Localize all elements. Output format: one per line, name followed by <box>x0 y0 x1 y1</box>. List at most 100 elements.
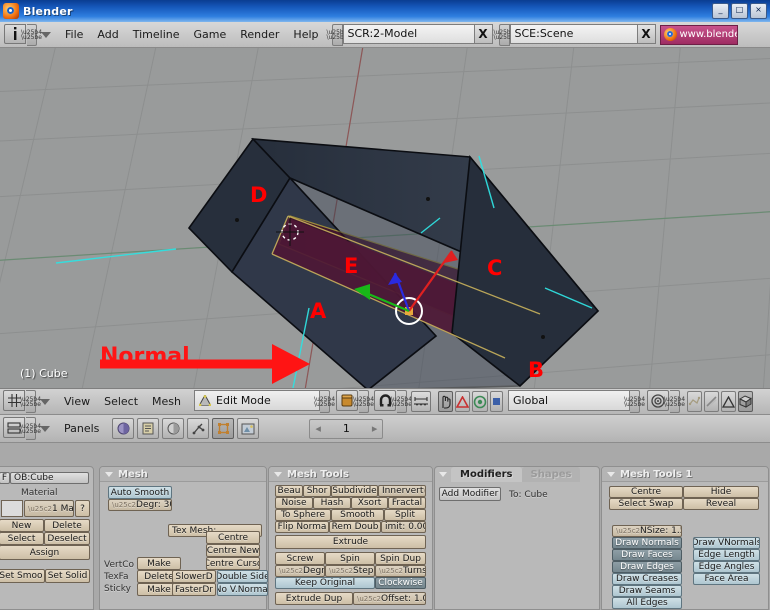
subdivide-button[interactable]: Subdivide <box>331 485 378 497</box>
editor-type-selector-buttons[interactable]: \u25b4 \u25be <box>3 417 41 440</box>
shading-chevron-icon[interactable]: \u25b4 \u25be <box>353 390 374 413</box>
keep-original-toggle[interactable]: Keep Original <box>275 577 375 589</box>
editing-icon[interactable] <box>212 418 235 439</box>
tab-shapes[interactable]: Shapes <box>521 467 581 482</box>
steps-field[interactable]: \u25c2Steps: 9\u25b8 <box>325 565 375 577</box>
edge-length-toggle[interactable]: Edge Length <box>693 549 760 561</box>
frame-field[interactable]: ◂ 1 ▸ <box>309 418 384 439</box>
draw-faces-toggle[interactable]: Draw Faces <box>612 549 682 561</box>
chevron-down-icon-panels[interactable] <box>40 425 50 432</box>
degr-field[interactable]: \u25c2Degr: 90\u25b8 <box>275 565 325 577</box>
draw-normals-toggle[interactable]: Draw Normals <box>612 537 682 549</box>
to-sphere-button[interactable]: To Sphere <box>275 509 331 521</box>
fake-user-toggle[interactable]: F <box>0 472 10 484</box>
menu-panels[interactable]: Panels <box>57 418 106 439</box>
vertcol-make-button[interactable]: Make <box>137 557 181 570</box>
draw-creases-toggle[interactable]: Draw Creases <box>612 573 682 585</box>
draw-seams-toggle[interactable]: Draw Seams <box>612 585 682 597</box>
panel-collapse-icon-mesh[interactable] <box>105 471 113 477</box>
blender-website-link[interactable]: www.blende <box>659 24 738 45</box>
material-delete-button[interactable]: Delete <box>44 519 90 532</box>
edge-angles-toggle[interactable]: Edge Angles <box>693 561 760 573</box>
extrude-button[interactable]: Extrude <box>275 535 426 549</box>
orientation-chevron-icon[interactable]: \u25b4 \u25be <box>624 390 645 413</box>
clockwise-toggle[interactable]: Clockwise <box>375 577 426 589</box>
scene-selector[interactable]: \u25b4 \u25be SCE:Scene X <box>493 23 656 46</box>
no-vnormal-flip-button[interactable]: No V.Normal <box>217 583 268 596</box>
editor-type-selector-info[interactable]: \u25b4 \u25be <box>4 23 42 46</box>
split-button[interactable]: Split <box>384 509 426 521</box>
tab-modifiers[interactable]: Modifiers <box>451 467 522 482</box>
menu-select[interactable]: Select <box>97 391 145 412</box>
panel-mesh-header[interactable]: Mesh <box>100 467 266 482</box>
face-select-icon[interactable] <box>490 391 504 412</box>
extrude-dup-button[interactable]: Extrude Dup <box>275 592 353 605</box>
material-index-selector[interactable]: \u25c21 Mat 1\u25b8 <box>24 500 74 517</box>
rotate-manipulator-icon[interactable] <box>687 391 703 412</box>
double-sided-button[interactable]: Double Side <box>217 570 268 583</box>
3d-viewport[interactable]: Normal D A E C B (1) Cube <box>0 48 770 388</box>
all-edges-toggle[interactable]: All Edges <box>612 597 682 609</box>
remove-doubles-button[interactable]: Rem Doub <box>329 521 381 533</box>
menu-timeline[interactable]: Timeline <box>126 22 187 48</box>
object-icon[interactable] <box>137 418 160 439</box>
beauty-button[interactable]: Beau <box>275 485 303 497</box>
menu-add[interactable]: Add <box>90 22 125 48</box>
pivot-selector[interactable]: \u25b4 \u25be <box>647 390 685 413</box>
close-button[interactable]: × <box>750 3 767 19</box>
menu-file[interactable]: File <box>58 22 90 48</box>
panel-collapse-icon-mesh-tools[interactable] <box>274 471 282 477</box>
shading-icon[interactable] <box>112 418 135 439</box>
turns-field[interactable]: \u25c2Turns: 1\u25b8 <box>375 565 426 577</box>
extrude-offset-field[interactable]: \u25c2Offset: 1.00\u25b8 <box>353 592 426 605</box>
menu-game[interactable]: Game <box>187 22 234 48</box>
pivot-chevron-icon[interactable]: \u25b4 \u25be <box>664 390 685 413</box>
fractal-button[interactable]: Fractal <box>388 497 426 509</box>
hand-icon[interactable] <box>438 391 454 412</box>
scene-delete-button[interactable]: X <box>637 23 656 44</box>
panel-collapse-icon-mesh-tools-1[interactable] <box>607 471 615 477</box>
translate-manipulator-icon[interactable] <box>704 391 720 412</box>
material-assign-button[interactable]: Assign <box>0 545 90 560</box>
object-name-field[interactable]: OB:Cube <box>10 472 89 484</box>
draw-edges-toggle[interactable]: Draw Edges <box>612 561 682 573</box>
world-icon[interactable] <box>162 418 185 439</box>
frame-next-icon[interactable]: ▸ <box>372 422 378 435</box>
smooth-button[interactable]: Smooth <box>331 509 384 521</box>
chevron-down-icon-view[interactable] <box>40 398 50 405</box>
hide-button[interactable]: Hide <box>683 486 759 498</box>
screen-browse-icon[interactable]: \u25b4 \u25be <box>326 23 348 46</box>
short-button[interactable]: Shor <box>303 485 331 497</box>
cube-icon[interactable] <box>738 391 754 412</box>
scene-name-field[interactable]: SCE:Scene <box>509 23 638 44</box>
auto-smooth-degr-field[interactable]: \u25c2Degr: 30\u25b8 <box>108 499 172 511</box>
editor-type-chevron-icon-buttons[interactable]: \u25b4 \u25be <box>20 417 41 440</box>
screen-name-field[interactable]: SCR:2-Model <box>342 23 475 44</box>
material-deselect-button[interactable]: Deselect <box>44 532 90 545</box>
scale-manipulator-icon[interactable] <box>721 391 737 412</box>
material-help-button[interactable]: ? <box>75 500 90 517</box>
snap-chevron-icon[interactable]: \u25b4 \u25be <box>391 390 412 413</box>
centre-cursor-button[interactable]: Centre Curso <box>206 557 260 570</box>
centre-new-button[interactable]: Centre New <box>206 544 260 557</box>
menu-view[interactable]: View <box>57 391 97 412</box>
noise-button[interactable]: Noise <box>275 497 313 509</box>
mode-selector[interactable]: Edit Mode \u25b4 \u25be <box>194 390 335 413</box>
material-color-swatch[interactable] <box>1 500 23 517</box>
hash-button[interactable]: Hash <box>313 497 351 509</box>
minimize-button[interactable]: _ <box>712 3 729 19</box>
propedit-icon[interactable] <box>411 391 432 412</box>
spin-dup-button[interactable]: Spin Dup <box>375 552 426 565</box>
nsize-field[interactable]: \u25c2NSize: 1.500\u25b8 <box>612 525 682 537</box>
centre-button-mt1[interactable]: Centre <box>609 486 683 498</box>
draw-vnormals-toggle[interactable]: Draw VNormals <box>693 537 760 549</box>
material-select-button[interactable]: Select <box>0 532 44 545</box>
screw-button[interactable]: Screw <box>275 552 325 565</box>
buttons-context-group[interactable] <box>112 418 261 439</box>
material-new-button[interactable]: New <box>0 519 44 532</box>
menu-mesh[interactable]: Mesh <box>145 391 188 412</box>
frame-prev-icon[interactable]: ◂ <box>315 422 321 435</box>
faster-draw-button[interactable]: FasterDr <box>172 583 216 596</box>
set-solid-button[interactable]: Set Solid <box>45 569 90 583</box>
add-modifier-button[interactable]: Add Modifier <box>439 487 501 501</box>
